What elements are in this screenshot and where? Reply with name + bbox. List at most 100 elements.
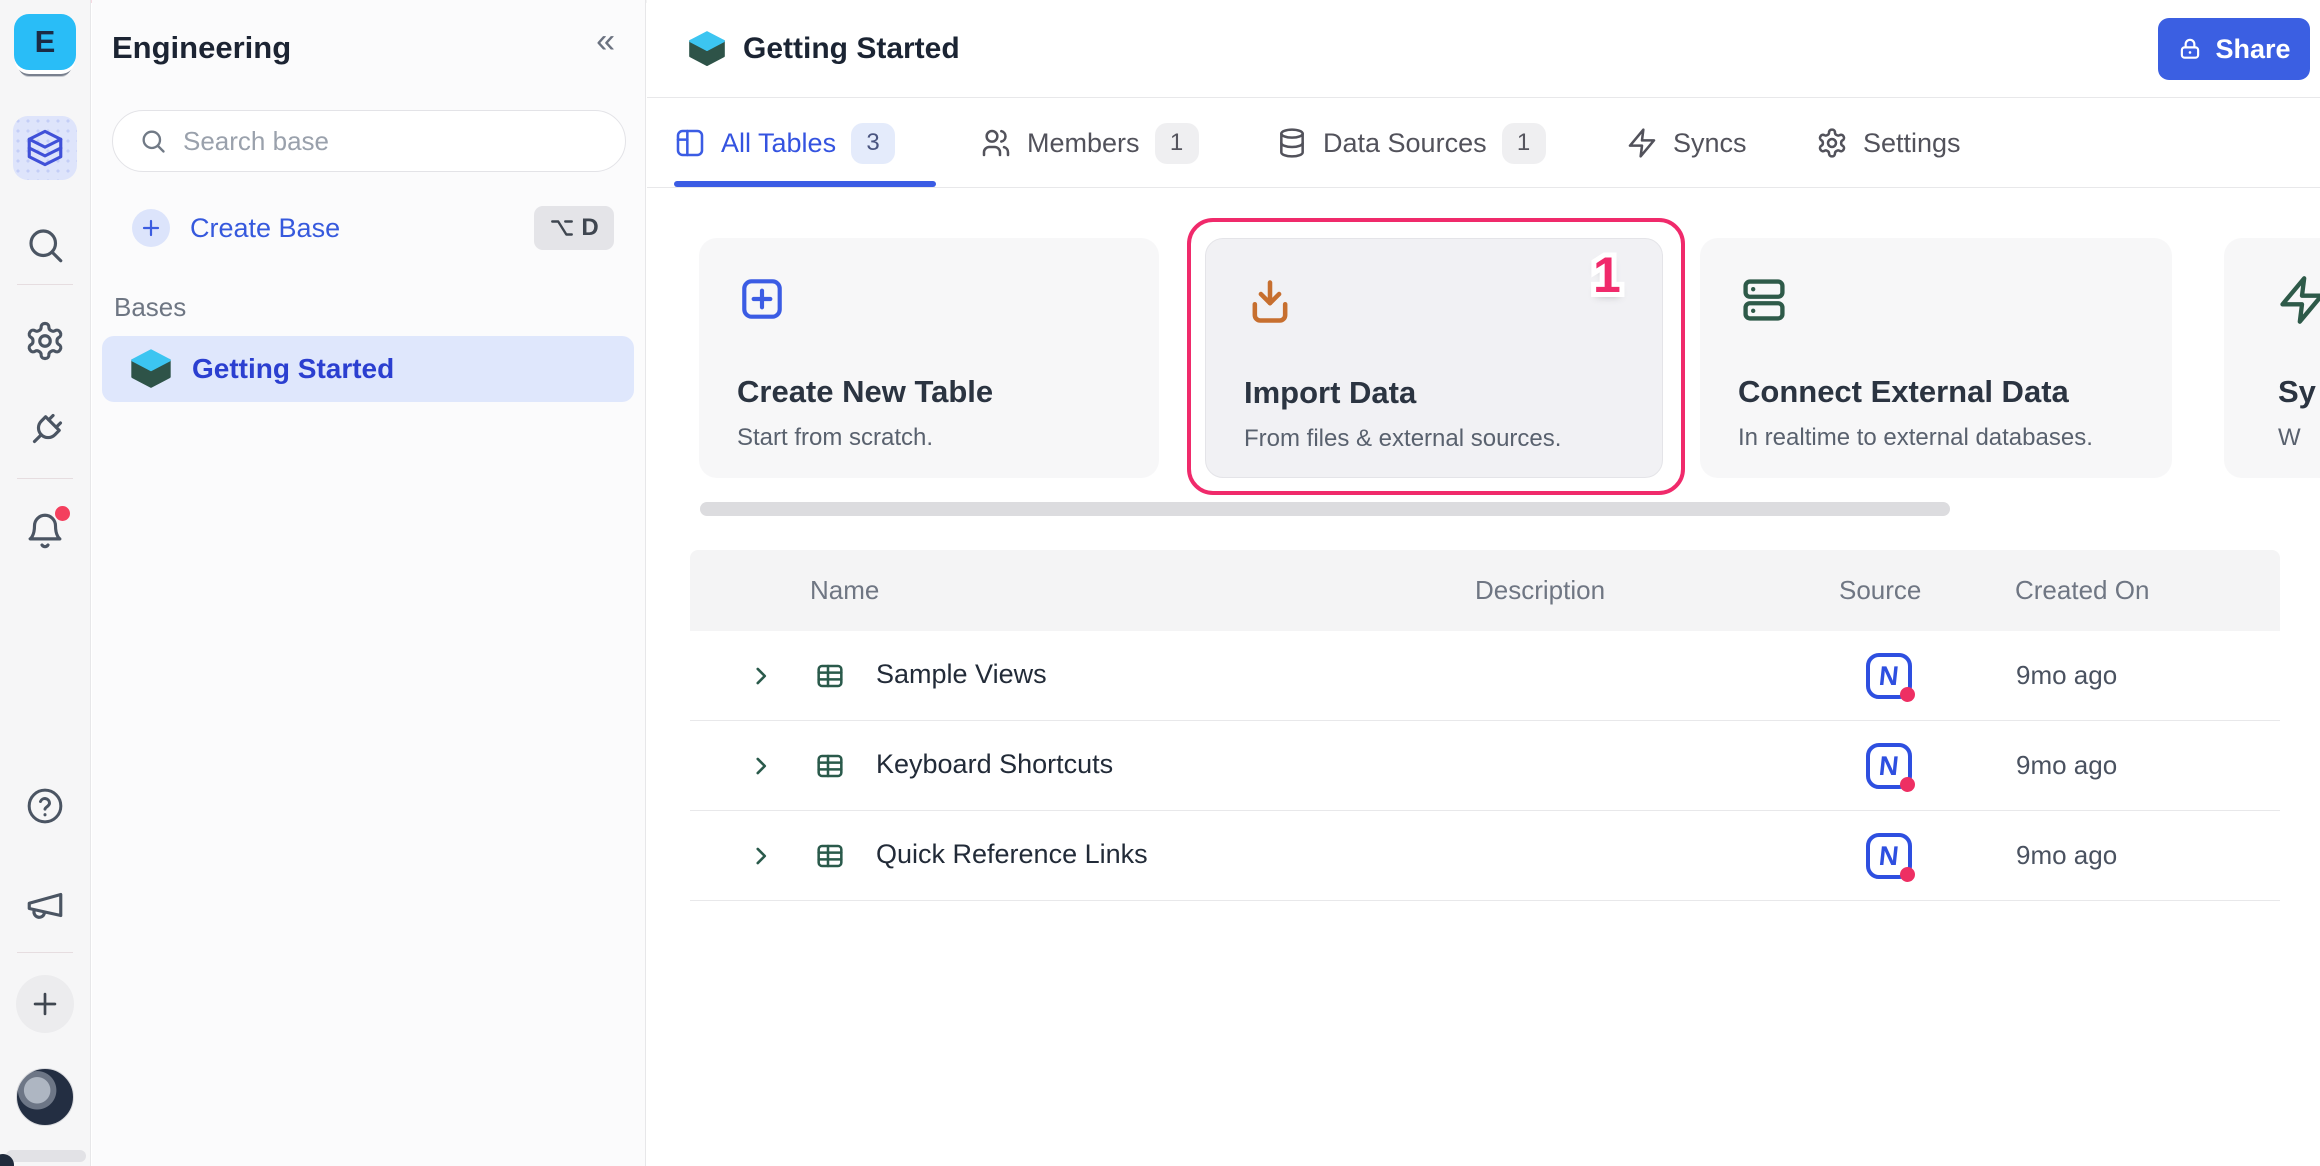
app-window: E xyxy=(0,0,2320,1166)
rail-item-add[interactable] xyxy=(16,975,74,1033)
cards-hscrollbar-thumb[interactable] xyxy=(700,502,1950,516)
shortcut-letter: D xyxy=(581,214,598,242)
megaphone-icon xyxy=(24,884,66,926)
column-header-created-on: Created On xyxy=(2015,550,2149,631)
sidebar: Engineering « Create Base D Bases xyxy=(92,0,646,1166)
card-title: Create New Table xyxy=(737,374,993,410)
card-subtitle: Start from scratch. xyxy=(737,424,933,452)
rail-item-notifications[interactable] xyxy=(24,510,66,552)
chevron-right-icon[interactable] xyxy=(748,843,774,869)
collapse-sidebar-icon[interactable]: « xyxy=(596,24,615,58)
import-data-card[interactable]: Import Data From files & external source… xyxy=(1205,238,1663,478)
base-cube-icon xyxy=(688,30,726,68)
sync-data-card[interactable]: Sy W xyxy=(2224,238,2320,478)
tab-label: Syncs xyxy=(1673,128,1747,159)
table-row[interactable]: Keyboard Shortcuts N 9mo ago xyxy=(690,721,2280,811)
card-title: Import Data xyxy=(1244,375,1416,411)
rail-item-bases[interactable] xyxy=(13,116,77,180)
table-header-row: Name Description Source Created On xyxy=(690,550,2280,631)
tab-label: Data Sources xyxy=(1323,128,1487,159)
user-avatar[interactable] xyxy=(16,1068,74,1126)
square-plus-icon xyxy=(737,274,787,324)
download-tray-icon xyxy=(1244,275,1296,327)
rail-item-integrations[interactable] xyxy=(24,410,66,452)
option-key-icon xyxy=(549,215,575,241)
tab-label: All Tables xyxy=(721,128,836,159)
table-name: Keyboard Shortcuts xyxy=(876,749,1113,780)
create-base-button[interactable]: Create Base D xyxy=(112,202,626,254)
bolt-icon xyxy=(2276,274,2320,326)
chevron-right-icon[interactable] xyxy=(748,753,774,779)
sidebar-item-getting-started[interactable]: Getting Started xyxy=(102,336,634,402)
gear-icon xyxy=(1816,127,1848,159)
tab-label: Settings xyxy=(1863,128,1961,159)
workspace-logo[interactable]: E xyxy=(14,14,76,70)
base-label: Getting Started xyxy=(192,353,394,385)
chevron-right-icon[interactable] xyxy=(748,663,774,689)
tab-count-badge: 1 xyxy=(1155,123,1199,164)
create-base-label: Create Base xyxy=(190,213,340,244)
nocodb-source-icon: N xyxy=(1866,743,1912,789)
tab-bar: All Tables 3 Members 1 Data Sources 1 Sy… xyxy=(647,98,2320,188)
search-input[interactable] xyxy=(183,126,563,157)
source-dot xyxy=(1900,687,1915,702)
source-letter: N xyxy=(1878,841,1901,872)
create-new-table-card[interactable]: Create New Table Start from scratch. xyxy=(699,238,1159,478)
tab-count-badge: 3 xyxy=(851,123,895,164)
bell-wrap xyxy=(24,510,66,552)
keyboard-shortcut-badge: D xyxy=(534,206,614,250)
card-subtitle: In realtime to external databases. xyxy=(1738,424,2093,452)
notification-dot xyxy=(55,506,70,521)
column-header-source: Source xyxy=(1839,550,1921,631)
bases-section-label: Bases xyxy=(114,292,186,323)
bottom-scrollbar-thumb[interactable] xyxy=(6,1150,86,1162)
database-icon xyxy=(1276,127,1308,159)
plus-icon xyxy=(139,216,163,240)
source-letter: N xyxy=(1878,661,1901,692)
members-icon xyxy=(980,127,1012,159)
tab-label: Members xyxy=(1027,128,1140,159)
source-dot xyxy=(1900,777,1915,792)
base-cube-icon xyxy=(130,348,172,390)
card-title: Sy xyxy=(2278,374,2316,410)
connect-external-data-card[interactable]: Connect External Data In realtime to ext… xyxy=(1700,238,2172,478)
tab-data-sources[interactable]: Data Sources 1 xyxy=(1276,98,1546,188)
search-icon xyxy=(139,127,167,155)
share-label: Share xyxy=(2215,34,2290,65)
table-row[interactable]: Sample Views N 9mo ago xyxy=(690,631,2280,721)
tab-members[interactable]: Members 1 xyxy=(980,98,1199,188)
plus-icon xyxy=(28,987,62,1021)
source-dot xyxy=(1900,867,1915,882)
created-on: 9mo ago xyxy=(2016,660,2117,691)
table-name: Quick Reference Links xyxy=(876,839,1148,870)
rail-item-announcements[interactable] xyxy=(24,884,66,926)
table-grid-icon xyxy=(814,750,846,782)
workspace-title: Engineering xyxy=(112,30,291,66)
nocodb-source-icon: N xyxy=(1866,653,1912,699)
rail-item-help[interactable] xyxy=(25,786,65,826)
column-header-name: Name xyxy=(810,550,879,631)
rail-divider xyxy=(17,284,73,285)
table-grid-icon xyxy=(814,840,846,872)
server-stack-icon xyxy=(1738,274,1790,326)
base-stack-icon xyxy=(24,127,66,169)
tab-settings[interactable]: Settings xyxy=(1816,98,1961,188)
tab-syncs[interactable]: Syncs xyxy=(1626,98,1747,188)
lock-icon xyxy=(2177,36,2203,62)
table-row[interactable]: Quick Reference Links N 9mo ago xyxy=(690,811,2280,901)
base-search-box[interactable] xyxy=(112,110,626,172)
source-letter: N xyxy=(1878,751,1901,782)
page-title: Getting Started xyxy=(743,32,960,66)
share-button[interactable]: Share xyxy=(2158,18,2310,80)
tab-all-tables[interactable]: All Tables 3 xyxy=(674,98,895,188)
rail-item-settings[interactable] xyxy=(24,320,66,362)
plug-icon xyxy=(24,410,66,452)
active-tab-underline xyxy=(674,181,936,187)
main-header: Getting Started Share xyxy=(647,0,2320,98)
workspace-initial: E xyxy=(35,24,56,60)
search-icon xyxy=(24,224,66,266)
created-on: 9mo ago xyxy=(2016,840,2117,871)
rail-item-search[interactable] xyxy=(24,224,66,266)
created-on: 9mo ago xyxy=(2016,750,2117,781)
gear-icon xyxy=(24,320,66,362)
